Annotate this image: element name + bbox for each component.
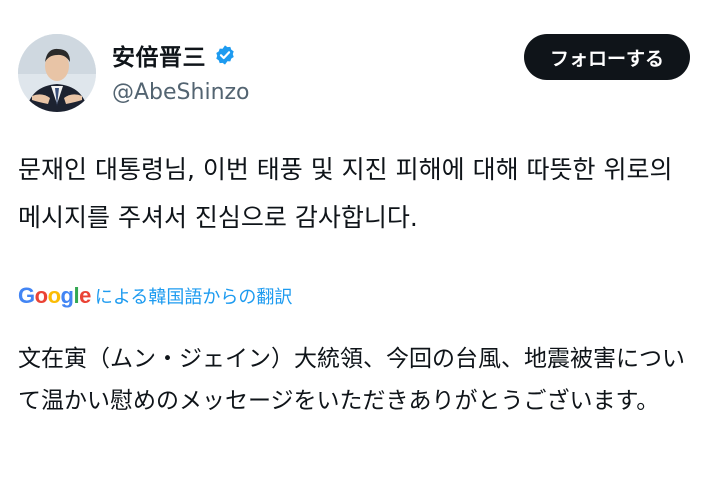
translation-label[interactable]: による韓国語からの翻訳	[95, 283, 292, 309]
avatar[interactable]	[18, 34, 96, 112]
tweet-header: 安倍晋三 @AbeShinzo フォローする	[18, 28, 690, 112]
user-handle[interactable]: @AbeShinzo	[112, 80, 250, 105]
translation-attribution[interactable]: Google による韓国語からの翻訳	[18, 283, 292, 309]
tweet-text: 문재인 대통령님, 이번 태풍 및 지진 피해에 대해 따뜻한 위로의 메시지를…	[18, 155, 673, 232]
translated-text: 文在寅（ムン・ジェイン）大統領、今回の台風、地震被害について温かい慰めのメッセー…	[18, 346, 685, 414]
google-logo-letter: g	[60, 283, 74, 308]
google-logo-letter: o	[47, 283, 61, 308]
google-logo-letter: e	[79, 283, 91, 308]
author-info: 安倍晋三 @AbeShinzo	[112, 38, 250, 105]
google-logo-letter: G	[18, 283, 35, 308]
google-logo: Google	[18, 283, 91, 309]
follow-button[interactable]: フォローする	[523, 34, 690, 80]
name-row: 安倍晋三	[112, 38, 250, 72]
google-logo-letter: o	[34, 283, 48, 308]
display-name[interactable]: 安倍晋三	[112, 38, 206, 72]
profile-photo	[18, 34, 96, 112]
verified-badge-icon	[216, 45, 234, 65]
